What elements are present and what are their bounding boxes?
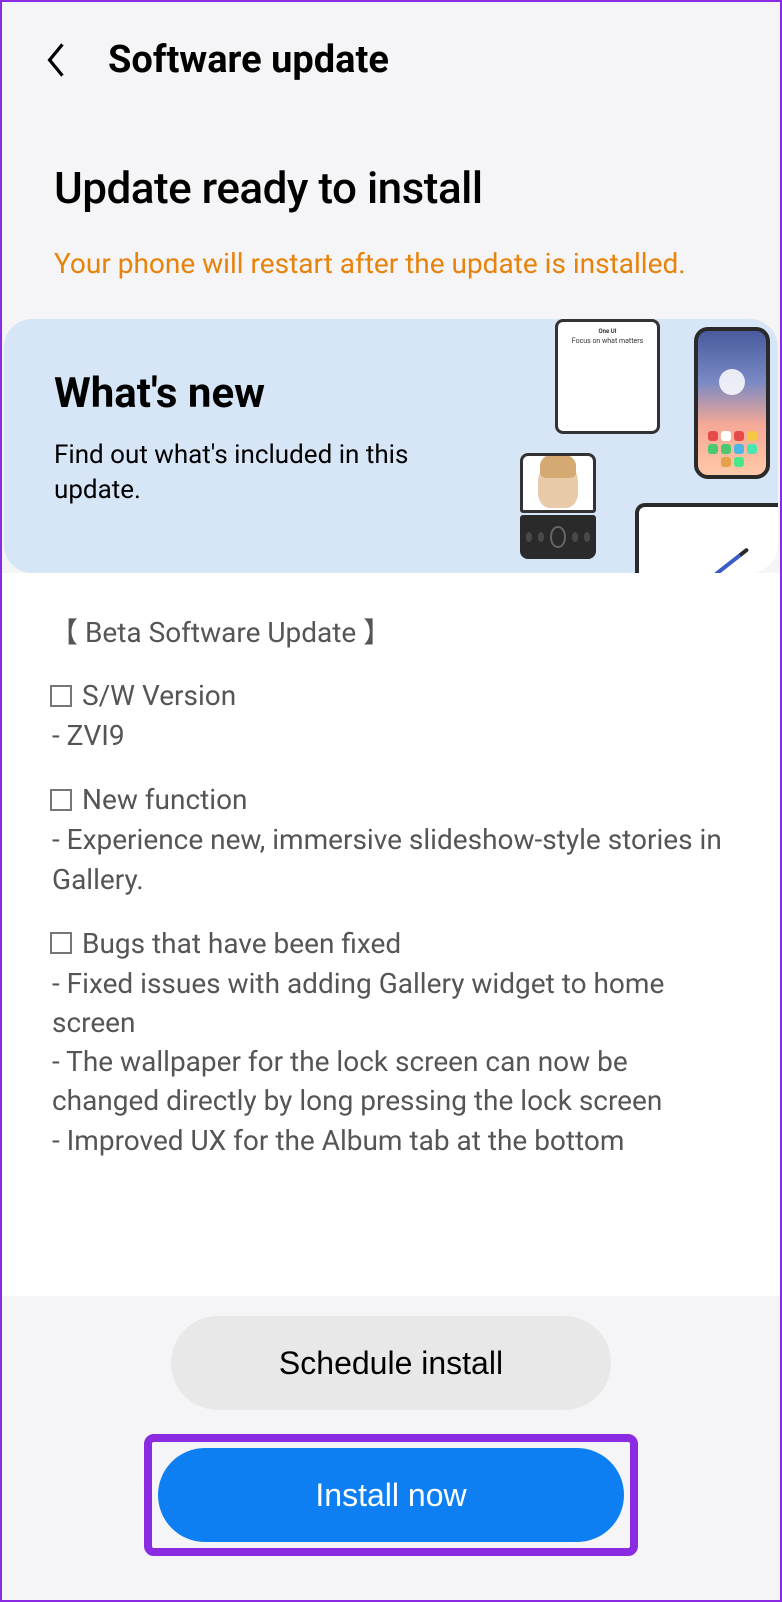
back-icon[interactable] <box>42 38 70 82</box>
bugs-value-2: - The wallpaper for the lock screen can … <box>52 1042 732 1120</box>
bugs-label: Bugs that have been fixed <box>82 927 401 960</box>
bugs-value-1: - Fixed issues with adding Gallery widge… <box>52 964 732 1042</box>
install-now-highlight: Install now <box>144 1434 638 1556</box>
whats-new-card[interactable]: What's new Find out what's included in t… <box>4 319 778 573</box>
bugs-fixed-item: Bugs that have been fixed - Fixed issues… <box>50 927 732 1160</box>
whats-new-content: What's new Find out what's included in t… <box>54 369 738 555</box>
new-function-item: New function - Experience new, immersive… <box>50 783 732 898</box>
checkbox-icon <box>50 685 72 707</box>
fade-overlay <box>2 1256 780 1296</box>
whats-new-subtitle: Find out what's included in this update. <box>54 438 424 508</box>
app-header: Software update <box>2 2 780 102</box>
install-now-button[interactable]: Install now <box>158 1448 624 1542</box>
checkbox-icon <box>50 789 72 811</box>
header-title: Software update <box>108 38 389 82</box>
version-item: S/W Version - ZVI9 <box>50 679 732 755</box>
restart-warning: Your phone will restart after the update… <box>2 244 780 319</box>
details-section-title: 【 Beta Software Update 】 <box>50 611 732 651</box>
update-details[interactable]: 【 Beta Software Update 】 S/W Version - Z… <box>2 573 780 1296</box>
function-label: New function <box>82 783 248 816</box>
page-title: Update ready to install <box>2 102 780 244</box>
button-area: Schedule install Install now <box>2 1296 780 1600</box>
version-label: S/W Version <box>82 679 236 712</box>
function-value: - Experience new, immersive slideshow-st… <box>52 820 732 898</box>
schedule-install-button[interactable]: Schedule install <box>171 1316 611 1410</box>
main-content: Update ready to install Your phone will … <box>2 102 780 1600</box>
whats-new-title: What's new <box>54 369 738 418</box>
checkbox-icon <box>50 932 72 954</box>
bugs-value-3: - Improved UX for the Album tab at the b… <box>52 1121 732 1160</box>
version-value: - ZVI9 <box>52 716 732 755</box>
